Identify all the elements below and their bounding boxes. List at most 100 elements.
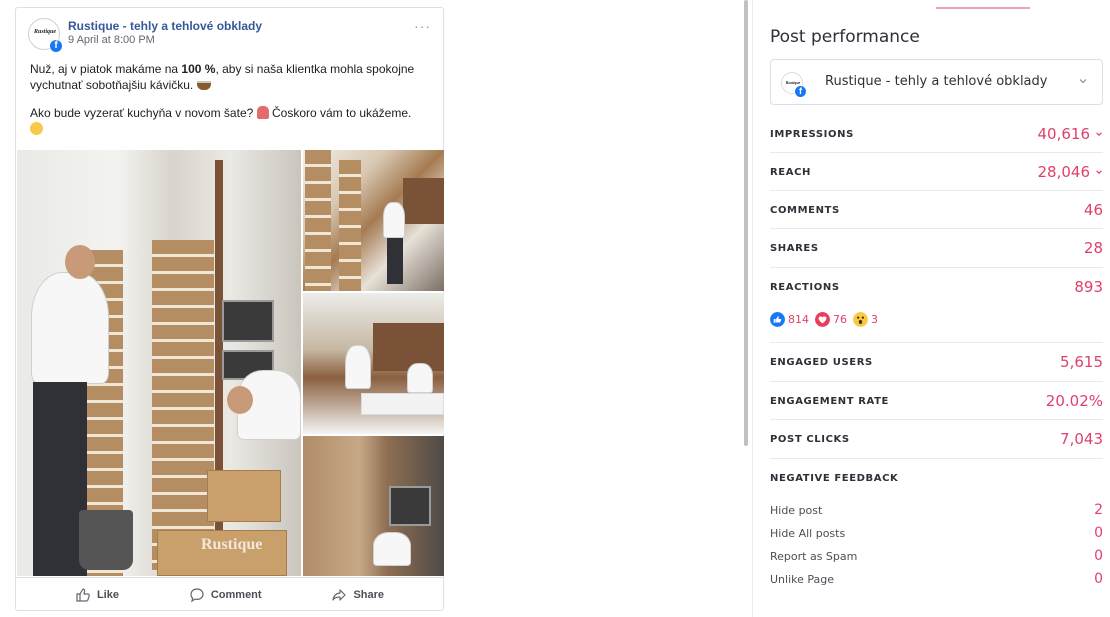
worker (373, 532, 411, 566)
post-paragraph-1: Nuž, aj v piatok makáme na 100 %, aby si… (30, 62, 415, 92)
chevron-down-icon[interactable] (1095, 168, 1103, 176)
metric-value: 28,046 (1038, 163, 1104, 181)
metric-value: 40,616 (1038, 125, 1104, 143)
post-performance-panel: Post performance Rustique f Rustique - t… (770, 0, 1104, 617)
active-tab-indicator (936, 7, 1030, 9)
coffee-emoji-icon (196, 81, 211, 90)
metric-row-shares: SHARES 28 (770, 229, 1103, 268)
watermark-text: Rustique (201, 536, 263, 553)
oven (389, 486, 431, 526)
metric-label: COMMENTS (770, 205, 840, 216)
metric-label: REACTIONS (770, 282, 840, 293)
reaction-like: 814 (770, 312, 809, 327)
negative-feedback-item: Hide All posts 0 (770, 525, 1103, 541)
oven (222, 300, 274, 342)
page-avatar[interactable]: Rustique f (28, 18, 63, 53)
counter (361, 393, 444, 415)
account-avatar: Rustique f (781, 72, 807, 98)
cardboard-box (207, 470, 281, 522)
wow-reaction-icon (853, 312, 868, 327)
metric-value: 20.02% (1045, 392, 1103, 410)
brick-column (305, 150, 331, 291)
like-reaction-icon (770, 312, 785, 327)
post-photo-main[interactable]: Rustique (17, 150, 301, 576)
metric-row-engaged-users: ENGAGED USERS 5,615 (770, 343, 1103, 382)
post-paragraph-2: Ako bude vyzerať kuchyňa v novom šate? Č… (30, 105, 435, 137)
metric-row-impressions[interactable]: IMPRESSIONS 40,616 (770, 115, 1103, 153)
post-date-link[interactable]: 9 April at 8:00 PM (68, 34, 155, 46)
metric-value: 5,615 (1060, 353, 1103, 371)
reaction-like-count: 814 (788, 313, 809, 326)
metric-label: ENGAGED USERS (770, 357, 873, 368)
metric-value: 893 (1074, 278, 1103, 296)
metric-value: 28 (1083, 239, 1103, 257)
chevron-down-icon (1079, 79, 1087, 84)
wood-panel (403, 178, 444, 224)
metric-label: POST CLICKS (770, 434, 850, 445)
metric-label: ENGAGEMENT RATE (770, 396, 889, 407)
negative-feedback-value: 2 (1094, 502, 1103, 518)
metric-row-engagement-rate: ENGAGEMENT RATE 20.02% (770, 382, 1103, 420)
worker (383, 202, 405, 238)
scrollbar[interactable] (744, 0, 748, 446)
comment-button[interactable]: Comment (189, 587, 262, 603)
page-name-link[interactable]: Rustique - tehly a tehlové obklady (68, 19, 262, 33)
reaction-love: 76 (815, 312, 847, 327)
chevron-down-icon[interactable] (1095, 130, 1103, 138)
reaction-breakdown: 814 76 3 (770, 312, 878, 327)
negative-feedback-item: Unlike Page 0 (770, 571, 1103, 587)
negative-feedback-value: 0 (1094, 525, 1103, 541)
panel-divider (752, 0, 753, 617)
wood-panel (373, 323, 444, 371)
comment-label: Comment (210, 588, 262, 601)
account-select-label: Rustique - tehly a tehlové obklady (825, 74, 1048, 89)
facebook-post-card: Rustique f Rustique - tehly a tehlové ob… (15, 7, 444, 611)
love-reaction-icon (815, 312, 830, 327)
negative-feedback-heading: NEGATIVE FEEDBACK (770, 473, 899, 484)
negative-feedback-label: Unlike Page (770, 573, 835, 586)
reaction-love-count: 76 (833, 313, 847, 326)
like-label: Like (96, 588, 119, 601)
post-photo-bottom[interactable] (303, 436, 444, 576)
metric-label: REACH (770, 167, 811, 178)
negative-feedback-value: 0 (1094, 548, 1103, 564)
worker-left (31, 272, 109, 384)
share-icon (332, 588, 347, 601)
worker-right-head (227, 386, 253, 414)
metric-label: SHARES (770, 243, 819, 254)
share-label: Share (353, 588, 385, 601)
metric-label: IMPRESSIONS (770, 129, 854, 140)
share-button[interactable]: Share (331, 587, 384, 603)
metric-row-reactions: REACTIONS 893 (770, 268, 1103, 343)
negative-feedback-item: Hide post 2 (770, 502, 1103, 518)
reaction-wow: 3 (853, 312, 878, 327)
facebook-icon: f (49, 39, 63, 53)
negative-feedback-label: Hide All posts (770, 527, 846, 540)
brick-column-right (152, 240, 214, 570)
brick-column-2 (339, 160, 361, 291)
metric-row-post-clicks: POST CLICKS 7,043 (770, 420, 1103, 459)
like-icon (76, 587, 90, 602)
more-icon[interactable]: ··· (414, 18, 431, 34)
negative-feedback-item: Report as Spam 0 (770, 548, 1103, 564)
metric-value: 46 (1083, 201, 1103, 219)
metric-row-comments: COMMENTS 46 (770, 191, 1103, 229)
negative-feedback-label: Hide post (770, 504, 823, 517)
account-select[interactable]: Rustique f Rustique - tehly a tehlové ob… (770, 59, 1103, 105)
worker (345, 345, 371, 389)
dress-emoji-icon (256, 106, 269, 119)
rustique-logo: Rustique (33, 29, 56, 35)
post-header: Rustique f Rustique - tehly a tehlové ob… (28, 18, 433, 54)
metric-row-reach[interactable]: REACH 28,046 (770, 153, 1103, 191)
facebook-icon: f (794, 85, 807, 98)
worker-legs (387, 238, 403, 284)
post-actions-bar: Like Comment Share (16, 577, 443, 611)
comment-icon (190, 587, 204, 602)
post-photo-middle[interactable] (303, 293, 444, 434)
negative-feedback-label: Report as Spam (770, 550, 858, 563)
like-button[interactable]: Like (75, 587, 119, 603)
post-photo-top[interactable] (303, 150, 444, 291)
post-text: Nuž, aj v piatok makáme na 100 %, aby si… (30, 61, 435, 149)
bucket (79, 510, 133, 570)
panel-title: Post performance (770, 27, 920, 47)
